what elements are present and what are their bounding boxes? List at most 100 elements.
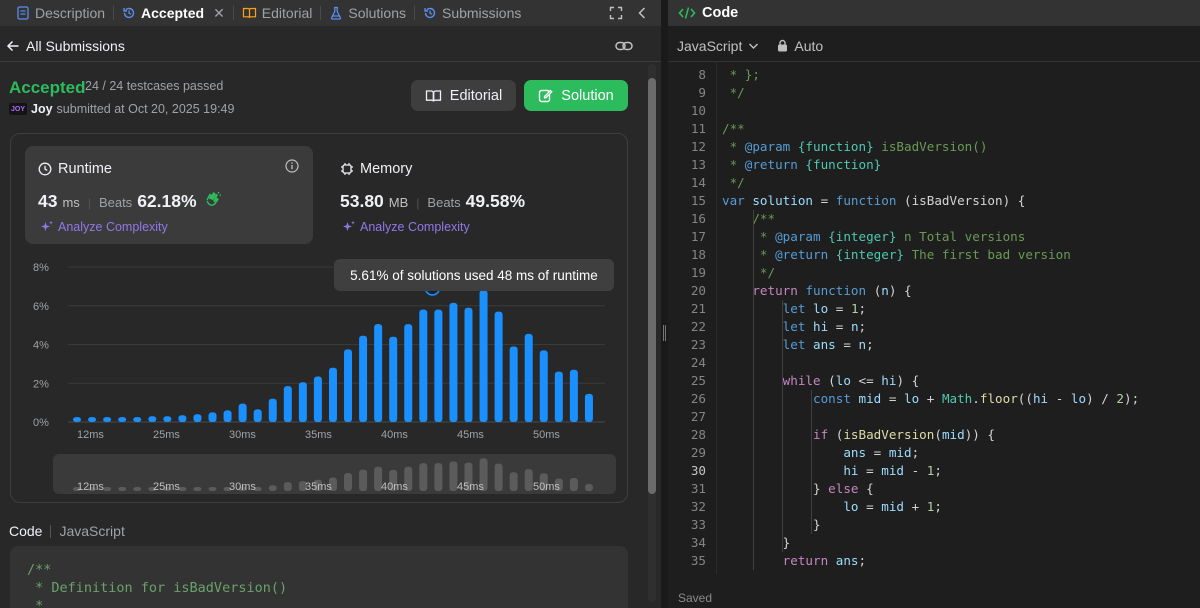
code-line[interactable]: 32 lo = mid + 1; <box>668 498 1200 516</box>
auto-mode[interactable]: Auto <box>777 38 823 54</box>
code-line[interactable]: 30 hi = mid - 1; <box>668 462 1200 480</box>
runtime-unit: ms <box>62 195 80 210</box>
code-line[interactable]: 20 return function (n) { <box>668 282 1200 300</box>
chart-x-tick-label: 30ms <box>229 429 256 441</box>
code-line[interactable]: 11 /** <box>668 120 1200 138</box>
line-number: 16 <box>690 211 706 226</box>
code-line[interactable]: 8 * }; <box>668 66 1200 84</box>
avatar[interactable]: JOY <box>9 103 27 115</box>
code-text: */ <box>722 175 745 190</box>
memory-analyze-complexity[interactable]: Analyze Complexity <box>342 220 470 234</box>
chart-bar <box>344 349 353 422</box>
code-section-header: Code JavaScript <box>9 523 125 539</box>
code-icon <box>678 7 696 19</box>
line-number: 13 <box>690 157 706 172</box>
submitted-code-preview[interactable]: /** * Definition for isBadVersion() * <box>10 546 628 608</box>
code-line[interactable]: 9 */ <box>668 84 1200 102</box>
code-panel-header: Code <box>668 0 1200 26</box>
chart-bar <box>419 309 428 422</box>
username[interactable]: Joy <box>31 102 53 116</box>
edit-icon <box>539 89 554 103</box>
chart-brush-tick-label: 45ms <box>457 481 484 493</box>
line-number: 30 <box>690 463 706 478</box>
chart-tooltip: 5.61% of solutions used 48 ms of runtime <box>334 259 614 291</box>
left-scrollbar-thumb[interactable] <box>648 78 656 494</box>
code-line[interactable]: 21 let lo = 1; <box>668 300 1200 318</box>
chart-x-tick-label: 50ms <box>533 429 560 441</box>
chart-bar <box>163 416 172 422</box>
code-line[interactable]: 35 return ans; <box>668 552 1200 570</box>
memory-stat[interactable]: Memory 53.80 MB | Beats 49.58% Analyze C… <box>327 146 615 244</box>
code-line[interactable]: 31 } else { <box>668 480 1200 498</box>
code-line[interactable]: 25 while (lo <= hi) { <box>668 372 1200 390</box>
maximize-icon[interactable] <box>609 6 623 20</box>
book-icon <box>425 89 441 102</box>
chart-bar <box>359 335 368 422</box>
solution-button[interactable]: Solution <box>524 80 628 111</box>
chart-y-tick-label: 8% <box>33 262 49 274</box>
tab-accepted[interactable]: Accepted ✕ <box>114 0 233 26</box>
tab-solutions[interactable]: Solutions <box>321 0 414 26</box>
code-text: let ans = n; <box>782 337 874 352</box>
code-line[interactable]: 16 /** <box>668 210 1200 228</box>
chart-brush-bar <box>103 487 112 491</box>
tab-submissions[interactable]: Submissions <box>415 0 529 26</box>
code-line[interactable]: 33 } <box>668 516 1200 534</box>
tab-description-label: Description <box>35 5 106 21</box>
code-line[interactable]: 13 * @return {function} <box>668 156 1200 174</box>
code-line[interactable]: 24 <box>668 354 1200 372</box>
resize-grip[interactable] <box>663 325 666 341</box>
code-line[interactable]: 26 const mid = lo + Math.floor((hi - lo)… <box>668 390 1200 408</box>
all-submissions-link[interactable]: All Submissions <box>6 38 125 54</box>
testcases-passed: 24 / 24 testcases passed <box>85 79 224 93</box>
runtime-stat[interactable]: Runtime 43 ms | Beats 62.18% Analyze Com… <box>25 146 313 244</box>
indent-guide <box>782 300 783 552</box>
chart-bar <box>238 403 247 422</box>
code-text: * @return {integer} The first bad versio… <box>722 247 1071 262</box>
tab-editorial[interactable]: Editorial <box>234 0 321 26</box>
editorial-button[interactable]: Editorial <box>411 80 516 111</box>
runtime-beats-percent: 62.18% <box>137 191 197 211</box>
code-line[interactable]: 10 <box>668 102 1200 120</box>
auto-mode-label: Auto <box>794 37 824 54</box>
panel-resize-handle[interactable] <box>661 0 668 608</box>
code-line[interactable]: 34 } <box>668 534 1200 552</box>
value-divider: | <box>87 196 91 210</box>
indent-guide <box>811 444 812 480</box>
chart-brush-tick-label: 30ms <box>229 481 256 493</box>
code-line[interactable]: 23 let ans = n; <box>668 336 1200 354</box>
code-line[interactable]: 29 ans = mid; <box>668 444 1200 462</box>
code-line[interactable]: 27 <box>668 408 1200 426</box>
submission-detail-scroll[interactable]: Accepted 24 / 24 testcases passed JOY Jo… <box>0 62 645 608</box>
code-text: /** <box>722 121 745 136</box>
chart-bar <box>328 367 337 422</box>
code-text: */ <box>722 85 745 100</box>
code-line[interactable]: 19 */ <box>668 264 1200 282</box>
code-text: ans = mid; <box>843 445 920 460</box>
left-scrollbar[interactable] <box>648 64 656 602</box>
language-select[interactable]: JavaScript <box>677 38 759 54</box>
code-line[interactable]: 12 * @param {function} isBadVersion() <box>668 138 1200 156</box>
chart-bar <box>88 417 97 422</box>
tab-description[interactable]: Description <box>8 0 113 26</box>
code-line[interactable]: 17 * @param {integer} n Total versions <box>668 228 1200 246</box>
code-line[interactable]: 14 */ <box>668 174 1200 192</box>
chart-bar <box>268 398 277 422</box>
code-text: return function (n) { <box>752 283 912 298</box>
code-editor[interactable]: 8 * }; 9 */10 11/** 12 * @param {function} … <box>668 62 1200 574</box>
close-icon[interactable]: ✕ <box>213 5 225 22</box>
link-icon[interactable] <box>615 40 633 52</box>
chevron-left-icon[interactable] <box>637 6 647 20</box>
runtime-distribution-chart[interactable]: 8% 6% 4% 2% 0% 12ms 25ms 30ms 35ms 40ms 45ms 50ms 12… <box>11 254 627 504</box>
chart-brush-bar <box>344 473 353 491</box>
code-line[interactable]: 22 let hi = n; <box>668 318 1200 336</box>
flask-icon <box>331 6 342 20</box>
line-number: 25 <box>690 373 706 388</box>
code-line[interactable]: 15 var solution = function (isBadVersion)… <box>668 192 1200 210</box>
code-line[interactable]: 28 if (isBadVersion(mid)) { <box>668 426 1200 444</box>
line-number: 33 <box>690 517 706 532</box>
info-icon[interactable] <box>285 159 299 173</box>
runtime-analyze-complexity[interactable]: Analyze Complexity <box>40 220 168 234</box>
line-number: 20 <box>690 283 706 298</box>
code-line[interactable]: 18 * @return {integer} The first bad ver… <box>668 246 1200 264</box>
